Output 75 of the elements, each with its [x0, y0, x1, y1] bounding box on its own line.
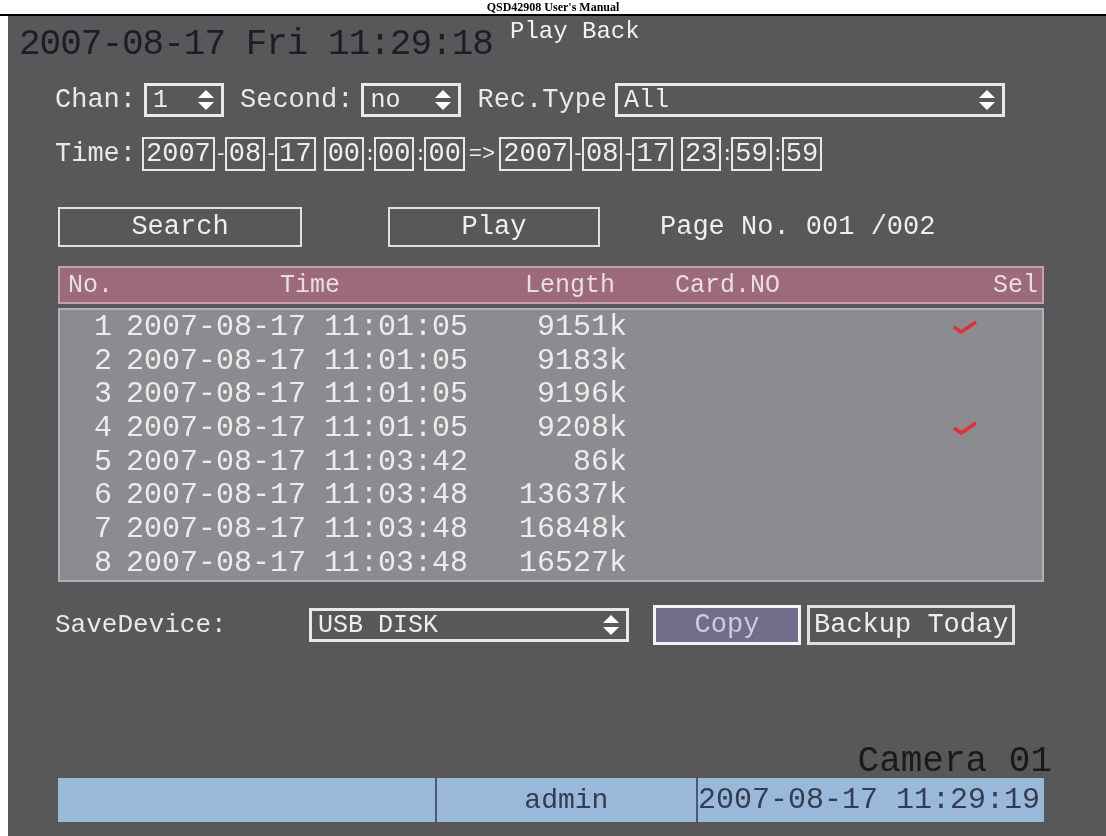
column-header: Sel — [992, 270, 1039, 300]
clock-text: 2007-08-17 Fri 11:29:18 — [19, 24, 493, 65]
time-input[interactable]: 2007 — [499, 137, 573, 171]
menu-button[interactable]: Copy — [653, 605, 801, 645]
table-cell-text: 2007-08-17 11:01:05 — [125, 345, 470, 376]
dropdown-field[interactable]: no — [361, 83, 462, 117]
table-cell-text: 6 — [93, 480, 112, 511]
time-input[interactable]: 17 — [275, 137, 316, 171]
status-datetime: 2007-08-17 11:29:19 — [697, 778, 1044, 822]
up-down-arrows-icon — [978, 89, 997, 111]
column-header: No. — [67, 270, 114, 300]
table-cell-text: 2007-08-17 11:03:42 — [125, 446, 470, 477]
dropdown-field[interactable]: 1 — [144, 83, 224, 117]
separator-text: - — [214, 142, 225, 166]
camera-label: Camera 01 — [857, 744, 1052, 780]
table-cell-text: 9208k — [536, 412, 627, 443]
table-cell-text: 16848k — [517, 513, 627, 544]
separator-text: : — [364, 142, 375, 166]
action-button[interactable]: Search — [58, 207, 302, 247]
filter-label: Second: — [240, 85, 354, 115]
table-cell-text: 2007-08-17 11:03:48 — [125, 513, 470, 544]
table-cell-text: 16527k — [517, 547, 627, 578]
column-header: Time — [279, 270, 341, 300]
status-user: admin — [436, 778, 698, 822]
dropdown-field[interactable]: USB DISK — [309, 608, 629, 642]
table-cell-text: 13637k — [517, 480, 627, 511]
dropdown-field[interactable]: All — [615, 83, 1006, 117]
table-cell-text: 9196k — [536, 379, 627, 410]
table-cell-text: 2007-08-17 11:03:48 — [125, 480, 470, 511]
check-icon[interactable] — [952, 318, 978, 335]
column-header: Length — [524, 270, 615, 300]
time-input[interactable]: 59 — [781, 137, 823, 171]
separator-text: - — [265, 142, 276, 166]
filter-label: Rec.Type — [477, 85, 608, 115]
page-number: Page No. 001 /002 — [660, 212, 936, 242]
save-device-label: SaveDevice: — [55, 610, 228, 640]
time-label: Time: — [55, 139, 136, 169]
up-down-arrows-icon — [602, 614, 620, 636]
time-input[interactable]: 2007 — [142, 137, 215, 171]
check-icon[interactable] — [952, 419, 978, 436]
table-cell-text: 5 — [93, 446, 112, 477]
table-cell-text: 2 — [93, 345, 112, 376]
time-input[interactable]: 00 — [374, 137, 415, 171]
table-cell-text: 9183k — [536, 345, 627, 376]
time-input[interactable]: 59 — [731, 137, 772, 171]
table-cell-text: 3 — [93, 379, 112, 410]
table-cell-text: 2007-08-17 11:03:48 — [125, 547, 470, 578]
table-cell-text: 86k — [572, 446, 627, 477]
table-cell-text: 2007-08-17 11:01:05 — [125, 412, 470, 443]
time-input[interactable]: 17 — [632, 137, 673, 171]
time-input[interactable]: 00 — [323, 137, 365, 171]
separator-text: - — [572, 142, 583, 166]
up-down-arrows-icon — [197, 89, 215, 111]
column-header: Card.NO — [674, 270, 782, 300]
time-input[interactable]: 08 — [582, 137, 623, 171]
time-input[interactable]: 23 — [680, 137, 722, 171]
menu-button[interactable]: Backup Today — [807, 605, 1016, 645]
screen-title: Play Back — [510, 18, 640, 45]
separator-text: : — [414, 142, 425, 166]
separator-text: : — [771, 142, 782, 166]
table-cell-text: 2007-08-17 11:01:05 — [125, 379, 470, 410]
table-cell-text: 2007-08-17 11:01:05 — [125, 311, 470, 342]
up-down-arrows-icon — [434, 89, 453, 111]
table-cell-text: 1 — [93, 311, 112, 342]
separator-text: - — [622, 142, 633, 166]
filter-label: Chan: — [55, 85, 136, 115]
table-cell-text: 8 — [93, 547, 112, 578]
table-cell-text: 4 — [93, 412, 112, 443]
time-input[interactable]: 00 — [424, 137, 465, 171]
table-cell-text: 7 — [93, 513, 112, 544]
range-arrow-text: => — [468, 141, 496, 167]
time-input[interactable]: 08 — [224, 137, 266, 171]
table-cell-text: 9151k — [536, 311, 627, 342]
separator-text: : — [721, 142, 732, 166]
action-button[interactable]: Play — [388, 207, 600, 247]
